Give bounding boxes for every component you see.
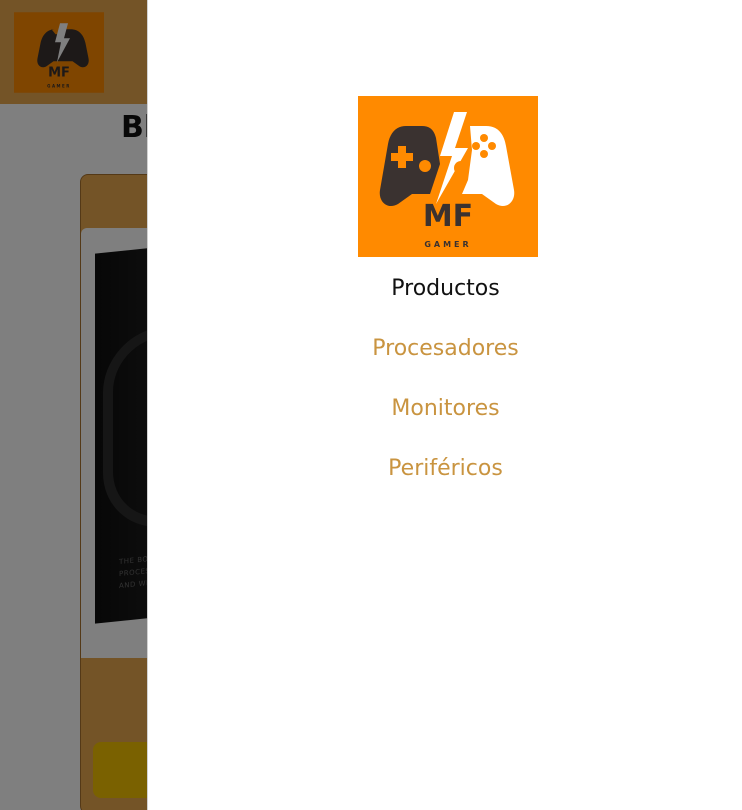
svg-text:GAMER: GAMER [424, 240, 471, 249]
nav-link-perifericos[interactable]: Periféricos [388, 450, 503, 483]
nav-item-monitores: Monitores [148, 390, 742, 450]
nav-link-monitores[interactable]: Monitores [391, 390, 499, 423]
svg-text:MF: MF [423, 199, 473, 234]
drawer-nav: Productos Procesadores Monitores Perifér… [148, 270, 742, 510]
offcanvas-menu: MF GAMER Productos Procesadores Monitore… [147, 0, 742, 810]
nav-link-procesadores[interactable]: Procesadores [372, 330, 518, 363]
drawer-logo[interactable]: MF GAMER [358, 96, 538, 257]
nav-item-procesadores: Procesadores [148, 330, 742, 390]
nav-item-productos: Productos [148, 270, 742, 330]
nav-link-productos[interactable]: Productos [391, 270, 499, 303]
nav-item-perifericos: Periféricos [148, 450, 742, 510]
